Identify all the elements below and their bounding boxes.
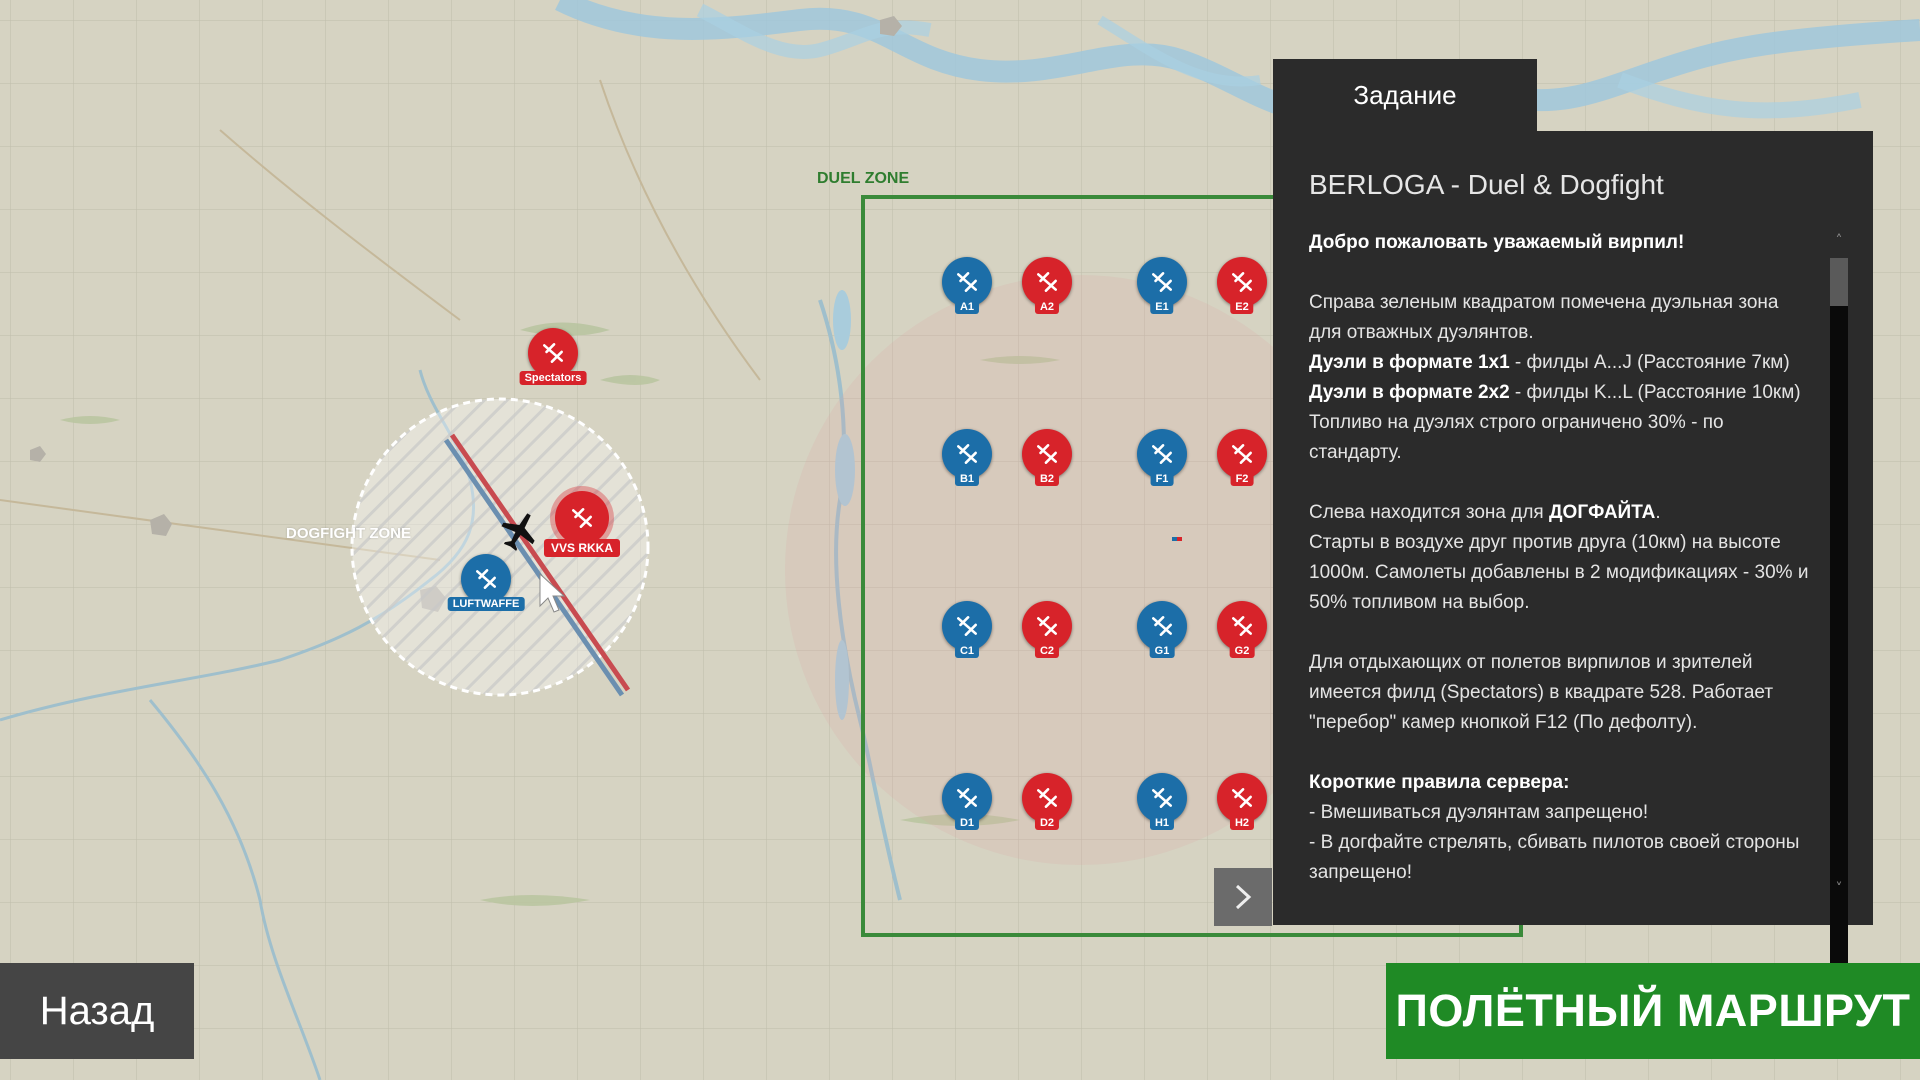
duel-1x1-label: Дуэли в формате 1х1: [1309, 352, 1510, 373]
airfield-g1[interactable]: G1: [1137, 601, 1187, 658]
plane-icon: [572, 508, 592, 528]
airfield-label: A1: [954, 300, 980, 314]
marker-red: [1177, 537, 1182, 541]
airfield-a1[interactable]: A1: [942, 257, 992, 314]
airfield-label: D1: [954, 816, 980, 830]
rule-1: - Вмешиваться дуэлянтам запрещено!: [1309, 802, 1649, 823]
airfield-d2[interactable]: D2: [1022, 773, 1072, 830]
scroll-down-icon[interactable]: ˅: [1831, 881, 1847, 897]
duel-fuel-text: Топливо на дуэлях строго ограничено 30% …: [1309, 412, 1724, 463]
scroll-up-icon[interactable]: ˄: [1831, 233, 1847, 249]
plane-icon: [1232, 444, 1252, 464]
dogfight-zone-label: DOGFIGHT ZONE: [286, 525, 411, 542]
plane-icon: [1152, 272, 1172, 292]
duel-2x2-label: Дуэли в формате 2х2: [1309, 382, 1510, 403]
scrollbar-thumb[interactable]: [1830, 258, 1848, 306]
back-button[interactable]: Назад: [0, 963, 194, 1059]
airfield-label: D2: [1034, 816, 1060, 830]
plane-icon: [1037, 444, 1057, 464]
plane-icon: [1037, 616, 1057, 636]
plane-icon: [1152, 616, 1172, 636]
airfield-vvs-rkka[interactable]: VVS RKKA: [543, 491, 621, 557]
rules-title: Короткие правила сервера:: [1309, 772, 1570, 793]
duel-1x1-text: - филды A...J (Расстояние 7км): [1509, 352, 1790, 373]
airfield-label: VVS RKKA: [543, 539, 621, 557]
duel-zone-text: Справа зеленым квадратом помечена дуэльн…: [1309, 292, 1779, 343]
marker-blue: [1172, 537, 1177, 541]
airfield-label: A2: [1034, 300, 1060, 314]
airfield-label: B2: [1034, 472, 1060, 486]
airfield-label: F2: [1230, 472, 1254, 486]
airfield-g2[interactable]: G2: [1217, 601, 1267, 658]
airfield-d1[interactable]: D1: [942, 773, 992, 830]
plane-icon: [1232, 616, 1252, 636]
airfield-label: G1: [1149, 644, 1175, 658]
plane-icon: [957, 788, 977, 808]
plane-icon: [1152, 444, 1172, 464]
airfield-b1[interactable]: B1: [942, 429, 992, 486]
tab-mission[interactable]: Задание: [1273, 59, 1537, 131]
spectators-text: Для отдыхающих от полетов вирпилов и зри…: [1309, 652, 1774, 733]
rule-2: - В догфайте стрелять, сбивать пилотов с…: [1309, 832, 1800, 883]
airfield-a2[interactable]: A2: [1022, 257, 1072, 314]
airfield-b2[interactable]: B2: [1022, 429, 1072, 486]
airfield-spectators[interactable]: Spectators: [519, 328, 587, 385]
dogfight-bold: ДОГФАЙТА: [1549, 502, 1656, 523]
airfield-label: B1: [954, 472, 980, 486]
plane-icon: [957, 272, 977, 292]
mission-panel: BERLOGA - Duel & Dogfight Добро пожалова…: [1273, 131, 1873, 1003]
mission-title: BERLOGA - Duel & Dogfight: [1309, 169, 1664, 200]
plane-icon: [1232, 788, 1252, 808]
airfield-luftwaffe[interactable]: LUFTWAFFE: [447, 554, 525, 611]
airfield-label: C1: [954, 644, 980, 658]
flight-route-button[interactable]: ПОЛЁТНЫЙ МАРШРУТ: [1386, 963, 1920, 1059]
chevron-right-icon: [1235, 884, 1252, 910]
airfield-f1[interactable]: F1: [1137, 429, 1187, 486]
plane-icon: [957, 616, 977, 636]
mission-description: Добро пожаловать уважаемый вирпил! Справ…: [1309, 228, 1809, 888]
airfield-e2[interactable]: E2: [1217, 257, 1267, 314]
dogfight-suffix: .: [1655, 502, 1661, 523]
plane-icon: [1037, 788, 1057, 808]
airfield-label: G2: [1229, 644, 1255, 658]
airfield-label: Spectators: [519, 371, 587, 385]
airfield-label: LUFTWAFFE: [447, 597, 525, 611]
airfield-e1[interactable]: E1: [1137, 257, 1187, 314]
plane-icon: [476, 569, 496, 589]
airfield-c2[interactable]: C2: [1022, 601, 1072, 658]
plane-icon: [1152, 788, 1172, 808]
dogfight-prefix: Слева находится зона для: [1309, 502, 1549, 523]
airfield-label: C2: [1034, 644, 1060, 658]
airfield-label: H1: [1149, 816, 1175, 830]
plane-icon: [957, 444, 977, 464]
airfield-label: H2: [1229, 816, 1255, 830]
airfield-label: F1: [1150, 472, 1174, 486]
airfield-h1[interactable]: H1: [1137, 773, 1187, 830]
plane-icon: [1232, 272, 1252, 292]
plane-icon: [543, 343, 563, 363]
greeting: Добро пожаловать уважаемый вирпил!: [1309, 232, 1685, 253]
plane-icon: [1037, 272, 1057, 292]
airfield-h2[interactable]: H2: [1217, 773, 1267, 830]
duel-2x2-text: - филды K...L (Расстояние 10км): [1509, 382, 1801, 403]
airfield-c1[interactable]: C1: [942, 601, 992, 658]
airfield-label: E1: [1150, 300, 1174, 314]
airfield-f2[interactable]: F2: [1217, 429, 1267, 486]
next-button[interactable]: [1214, 868, 1272, 926]
airfield-label: E2: [1230, 300, 1254, 314]
dogfight-text: Старты в воздухе друг против друга (10км…: [1309, 532, 1809, 613]
duel-zone-label: DUEL ZONE: [817, 170, 910, 187]
